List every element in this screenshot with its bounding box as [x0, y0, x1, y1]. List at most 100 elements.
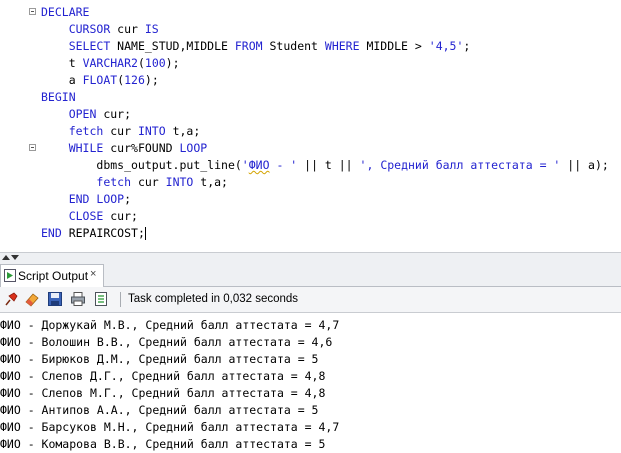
code-line[interactable]: fetch cur INTO t,a; — [41, 123, 609, 140]
code-line[interactable]: dbms_output.put_line('ФИО - ' || t || ',… — [41, 157, 609, 174]
code-token: t — [68, 56, 83, 70]
sql-editor[interactable]: DECLARE CURSOR cur IS SELECT NAME_STUD,M… — [0, 0, 621, 252]
code-line[interactable]: CLOSE cur; — [41, 208, 609, 225]
editor-gutter — [0, 0, 37, 252]
code-token: BEGIN — [41, 90, 76, 104]
collapse-down-icon[interactable] — [11, 255, 19, 260]
code-token: REPAIRCOST; — [61, 226, 145, 240]
code-lines[interactable]: DECLARE CURSOR cur IS SELECT NAME_STUD,M… — [41, 4, 609, 242]
fold-declare-icon[interactable] — [29, 8, 36, 15]
script-output-area[interactable]: ФИО - Доржукай М.В., Средний балл аттест… — [0, 313, 621, 453]
code-token: INTO — [137, 124, 166, 138]
code-token: cur — [103, 124, 138, 138]
code-line[interactable]: DECLARE — [41, 4, 609, 21]
code-token: t,a; — [193, 175, 228, 189]
code-token: SELECT — [68, 39, 111, 53]
code-token: cur — [110, 22, 145, 36]
save-icon[interactable] — [47, 291, 63, 307]
code-token: || a); — [567, 158, 609, 172]
close-tab-icon[interactable]: × — [90, 268, 96, 280]
code-token: END LOOP — [68, 192, 125, 206]
code-token: '4,5' — [428, 39, 464, 53]
code-line[interactable]: t VARCHAR2(100); — [41, 55, 609, 72]
code-token: t,a; — [165, 124, 201, 138]
code-line[interactable]: CURSOR cur IS — [41, 21, 609, 38]
code-line[interactable]: fetch cur INTO t,a; — [41, 174, 609, 191]
code-token: VARCHAR2 — [82, 56, 138, 70]
task-status: Task completed in 0,032 seconds — [128, 293, 299, 305]
code-token: CURSOR — [68, 22, 111, 36]
code-token: WHERE — [324, 39, 360, 53]
code-token: WHILE — [68, 141, 104, 155]
pin-icon[interactable] — [3, 291, 19, 307]
output-line: ФИО - Доржукай М.В., Средний балл аттест… — [0, 318, 340, 332]
output-tabbar: Script Output × — [0, 262, 621, 287]
eraser-icon[interactable] — [24, 291, 40, 307]
code-token: cur; — [103, 209, 138, 223]
code-token: a — [68, 73, 83, 87]
code-token: cur — [131, 175, 166, 189]
output-toolbar: Task completed in 0,032 seconds — [0, 287, 621, 313]
code-token: ; — [463, 39, 471, 53]
tab-label: Script Output — [18, 269, 89, 283]
code-token: CLOSE — [68, 209, 104, 223]
code-token: ' — [241, 158, 249, 172]
code-token: FROM — [234, 39, 263, 53]
code-token: Средний балл аттестата — [380, 158, 533, 172]
output-lines: ФИО - Доржукай М.В., Средний балл аттест… — [0, 317, 339, 453]
code-token: NAME_STUD,MIDDLE — [110, 39, 235, 53]
output-line: ФИО - Волошин В.В., Средний балл аттеста… — [0, 335, 333, 349]
code-token: - ' — [269, 158, 305, 172]
code-token: OPEN — [68, 107, 97, 121]
code-token: ); — [144, 73, 159, 87]
code-token: ); — [165, 56, 180, 70]
code-token: INTO — [165, 175, 194, 189]
code-line[interactable]: OPEN cur; — [41, 106, 609, 123]
code-token: 126 — [124, 73, 145, 87]
code-token: Student — [262, 39, 325, 53]
output-line: ФИО - Комарова В.В., Средний балл аттест… — [0, 437, 326, 451]
output-line: ФИО - Антипов А.А., Средний балл аттеста… — [0, 403, 319, 417]
panel-splitter[interactable] — [0, 252, 621, 262]
output-file-icon[interactable] — [93, 291, 109, 307]
print-icon[interactable] — [70, 291, 86, 307]
code-token: FLOAT — [82, 73, 118, 87]
tab-script-output[interactable]: Script Output × — [0, 264, 104, 287]
code-token: LOOP — [179, 141, 208, 155]
code-token: fetch — [68, 124, 104, 138]
script-output-icon — [4, 269, 16, 282]
code-line[interactable]: WHILE cur%FOUND LOOP — [41, 140, 609, 157]
code-token: ', — [359, 158, 381, 172]
output-line: ФИО - Слепов М.Г., Средний балл аттестат… — [0, 386, 326, 400]
code-token: END — [41, 226, 62, 240]
code-token: = ' — [532, 158, 568, 172]
code-token: ФИО — [248, 158, 270, 172]
code-line[interactable]: SELECT NAME_STUD,MIDDLE FROM Student WHE… — [41, 38, 609, 55]
code-line[interactable]: BEGIN — [41, 89, 609, 106]
code-token: 100 — [144, 56, 166, 70]
code-line[interactable]: END LOOP; — [41, 191, 609, 208]
code-token: fetch — [96, 175, 132, 189]
collapse-up-icon[interactable] — [2, 255, 10, 260]
code-token: ( — [137, 56, 145, 70]
fold-loop-icon[interactable] — [29, 144, 36, 151]
code-token: DECLARE — [41, 5, 90, 19]
code-token: ; — [124, 192, 132, 206]
output-line: ФИО - Барсуков М.Н., Средний балл аттест… — [0, 420, 340, 434]
code-line[interactable]: a FLOAT(126); — [41, 72, 609, 89]
code-token: cur; — [96, 107, 132, 121]
code-line[interactable]: END REPAIRCOST; — [41, 225, 609, 242]
output-line: ФИО - Бирюков Д.М., Средний балл аттеста… — [0, 352, 319, 366]
text-caret — [144, 227, 146, 240]
output-line: ФИО - Слепов Д.Г., Средний балл аттестат… — [0, 369, 326, 383]
code-token: dbms_output.put_line( — [96, 158, 242, 172]
